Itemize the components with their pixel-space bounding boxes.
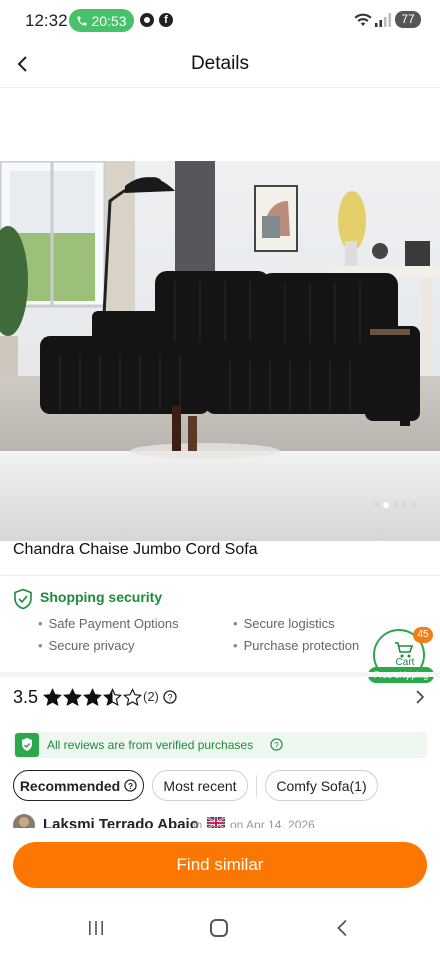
home-icon[interactable] [210,919,228,937]
star-icon [43,688,62,707]
recent-apps-icon[interactable] [87,920,105,936]
security-item: Safe Payment Options [38,616,179,631]
status-time: 12:32 [25,11,68,30]
filter-chip-most-recent[interactable]: Most recent [152,770,248,801]
battery-indicator: 77 [395,11,421,28]
security-item: Secure logistics [233,616,335,631]
filter-chip-comfy-sofa[interactable]: Comfy Sofa(1) [265,770,378,801]
top-header: Details [0,40,440,88]
facebook-notification-icon: f [159,13,173,27]
shopping-security-title[interactable]: Shopping security [40,589,162,605]
rating-score: 3.5 [13,687,39,707]
page-title: Details [190,53,250,74]
ongoing-call-pill[interactable]: 20:53 [69,9,134,32]
gallery-pagination [374,502,416,508]
svg-text:?: ? [167,693,172,703]
product-image-gallery[interactable] [0,88,440,541]
chip-label: Recommended [19,777,121,794]
help-icon[interactable]: ? [270,738,283,751]
divider [0,575,440,576]
sofa-image [0,161,440,541]
section-divider [0,672,440,677]
verified-text: All reviews are from verified purchases [47,738,254,752]
review-count: (2) [143,689,159,704]
signal-icon [375,13,391,27]
call-timer: 20:53 [91,12,127,29]
verified-purchases-banner: All reviews are from verified purchases … [13,732,427,758]
security-item: Secure privacy [38,638,135,653]
product-photo[interactable] [0,161,440,541]
chip-separator [256,775,257,797]
help-icon[interactable]: ? [163,690,177,704]
shield-check-icon [14,588,32,610]
verified-shield-icon [15,733,39,757]
chevron-right-icon[interactable] [414,689,426,705]
pagination-dot-active [383,502,389,508]
system-navigation-bar [0,905,440,953]
svg-text:?: ? [274,740,279,750]
back-nav-icon[interactable] [336,919,348,937]
product-title: Chandra Chaise Jumbo Cord Sofa [13,541,258,558]
filter-chip-recommended[interactable]: Recommended ? [13,770,144,801]
svg-text:?: ? [128,781,133,791]
status-bar: 12:32 20:53 f 77 [0,0,440,40]
pagination-dot [411,502,416,507]
wifi-icon [354,13,372,26]
star-icon [63,688,82,707]
cart-count-badge: 45 [413,627,433,643]
pagination-dot [393,502,398,507]
security-item: Purchase protection [233,638,360,653]
notification-app-icon [140,13,154,27]
find-similar-button[interactable]: Find similar [13,842,427,888]
chip-label: Comfy Sofa(1) [276,777,367,794]
star-icon [103,688,122,707]
rating-stars [43,688,142,707]
star-icon [123,688,142,707]
help-icon: ? [124,779,137,792]
pagination-dot [374,502,379,507]
chip-label: Most recent [163,777,237,794]
pagination-dot [402,502,407,507]
phone-icon [77,16,87,25]
star-icon [83,688,102,707]
